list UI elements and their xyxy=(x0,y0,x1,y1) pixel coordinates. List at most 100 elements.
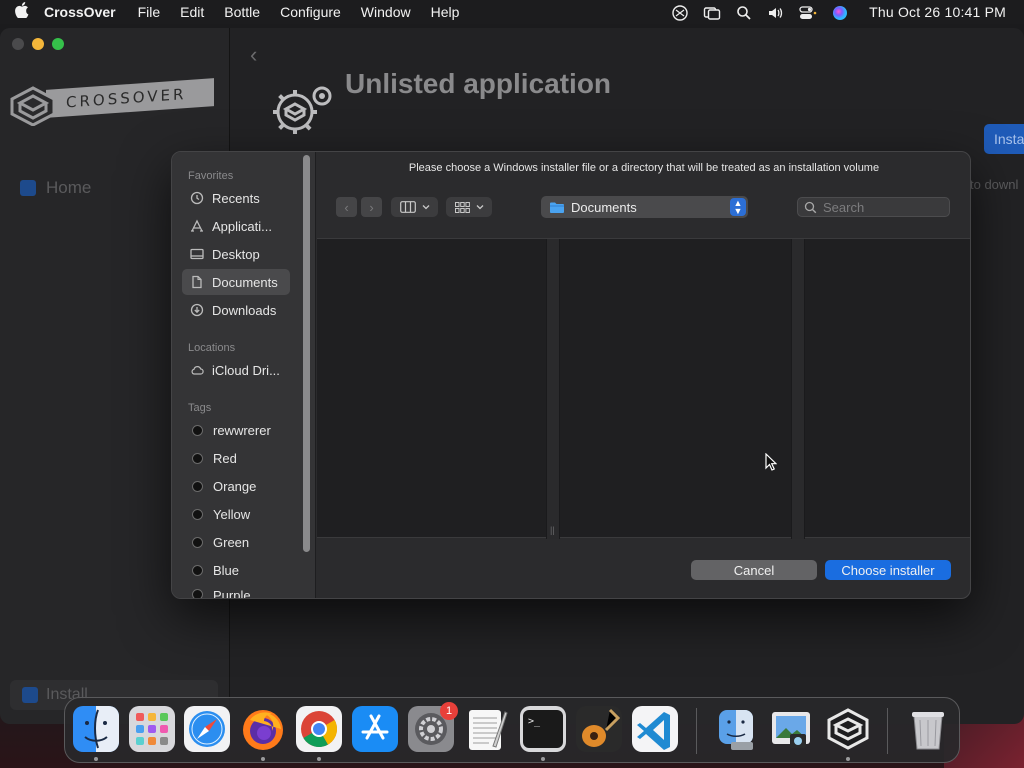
choose-installer-button[interactable]: Choose installer xyxy=(825,560,951,580)
dock-textedit[interactable] xyxy=(463,706,509,752)
sidebar-item-applications[interactable]: Applicati... xyxy=(182,213,290,239)
forward-button[interactable]: › xyxy=(361,197,382,217)
view-mode-button[interactable] xyxy=(391,197,438,217)
search-input[interactable] xyxy=(823,199,943,215)
popup-arrows-icon: ▲ ▼ xyxy=(730,198,746,216)
cancel-button[interactable]: Cancel xyxy=(691,560,817,580)
sidebar-tag-green[interactable]: Green xyxy=(182,529,290,555)
menu-help[interactable]: Help xyxy=(431,4,460,20)
minimize-window-button[interactable] xyxy=(32,38,44,50)
running-indicator xyxy=(541,757,545,761)
control-center-icon[interactable] xyxy=(799,5,817,19)
tag-dot-icon xyxy=(192,508,203,520)
chevron-down-icon xyxy=(422,205,429,210)
running-indicator xyxy=(94,757,98,761)
install-icon xyxy=(22,687,38,703)
logo-wordmark: CROSSOVER xyxy=(46,78,214,118)
firefox-icon xyxy=(243,710,283,750)
sidebar-item-recents[interactable]: Recents xyxy=(182,185,290,211)
sidebar-home-label: Home xyxy=(46,178,92,197)
grid-icon xyxy=(454,201,470,213)
sidebar-item-icloud-drive[interactable]: iCloud Dri... xyxy=(182,357,290,383)
safari-icon xyxy=(184,706,230,752)
finder-icon xyxy=(73,706,119,752)
dock: 1 >_ xyxy=(64,697,960,763)
dock-firefox[interactable] xyxy=(240,706,286,752)
dock-crossover[interactable] xyxy=(825,706,871,752)
install-button[interactable]: Insta xyxy=(984,124,1024,154)
favorites-header: Favorites xyxy=(188,170,234,182)
menu-bottle[interactable]: Bottle xyxy=(224,4,260,20)
running-indicator xyxy=(261,757,265,761)
sidebar-tag-rewwrerer[interactable]: rewwrerer xyxy=(182,417,290,443)
sidebar-tag-purple[interactable]: Purple xyxy=(182,585,290,598)
sidebar-tag-blue[interactable]: Blue xyxy=(182,557,290,583)
chrome-icon xyxy=(296,706,342,752)
gear-crossover-icon xyxy=(273,86,332,134)
menu-file[interactable]: File xyxy=(138,4,161,20)
dock-terminal[interactable]: >_ xyxy=(520,706,566,752)
dock-finder[interactable] xyxy=(73,706,119,752)
app-store-icon xyxy=(352,706,398,752)
menu-configure[interactable]: Configure xyxy=(280,4,341,20)
screen-mirroring-icon[interactable] xyxy=(703,5,721,20)
menu-extras: Thu Oct 26 10:41 PM xyxy=(671,0,1006,24)
dock-launchpad[interactable] xyxy=(129,706,175,752)
zoom-window-button[interactable] xyxy=(52,38,64,50)
menu-edit[interactable]: Edit xyxy=(180,4,204,20)
tag-dot-icon xyxy=(192,424,203,436)
location-popup-label: Documents xyxy=(571,199,637,215)
menu-app-name[interactable]: CrossOver xyxy=(44,4,116,20)
dock-chrome[interactable] xyxy=(296,706,342,752)
folder-icon xyxy=(550,202,564,213)
dock-separator xyxy=(696,708,697,754)
apple-menu-icon[interactable] xyxy=(0,2,44,22)
dock-app-store[interactable] xyxy=(352,706,398,752)
column-resize-grip[interactable]: || xyxy=(550,525,555,535)
column-browser[interactable]: || xyxy=(317,238,970,539)
terminal-icon: >_ xyxy=(520,706,566,752)
home-icon xyxy=(20,180,36,196)
tag-label: Orange xyxy=(213,478,257,494)
textedit-icon xyxy=(469,710,508,750)
dock-system-settings[interactable]: 1 xyxy=(408,702,458,752)
tags-header: Tags xyxy=(188,402,212,414)
crossover-status-icon[interactable] xyxy=(671,5,689,21)
sidebar-tag-yellow[interactable]: Yellow xyxy=(182,501,290,527)
back-chevron-icon[interactable]: ‹ xyxy=(250,42,257,68)
sidebar-tag-red[interactable]: Red xyxy=(182,445,290,471)
column-divider[interactable]: || xyxy=(546,239,560,539)
document-icon xyxy=(190,275,204,289)
dock-garageband[interactable] xyxy=(576,706,622,752)
crossover-cube-icon xyxy=(10,86,56,126)
sidebar-tag-orange[interactable]: Orange xyxy=(182,473,290,499)
sidebar-item-documents[interactable]: Documents xyxy=(182,269,290,295)
siri-icon[interactable] xyxy=(831,5,849,20)
locations-header: Locations xyxy=(188,342,236,354)
menu-clock[interactable]: Thu Oct 26 10:41 PM xyxy=(869,4,1006,20)
tag-dot-icon xyxy=(192,564,203,576)
sidebar-item-downloads[interactable]: Downloads xyxy=(182,297,290,323)
sidebar-item-desktop[interactable]: Desktop xyxy=(182,241,290,267)
sidebar-item-home[interactable]: Home xyxy=(20,178,91,198)
location-popup[interactable]: Documents ▲ ▼ xyxy=(541,196,748,218)
search-icon[interactable] xyxy=(735,5,753,20)
dock-vscode[interactable] xyxy=(632,706,678,752)
back-button[interactable]: ‹ xyxy=(336,197,357,217)
menu-window[interactable]: Window xyxy=(361,4,411,20)
sidebar-item-label: Downloads xyxy=(212,302,277,318)
group-button[interactable] xyxy=(446,197,492,217)
search-field[interactable] xyxy=(797,197,950,217)
volume-icon[interactable] xyxy=(767,5,785,19)
dock-migration-assistant[interactable] xyxy=(713,706,759,752)
dock-trash[interactable] xyxy=(905,706,951,752)
close-window-button[interactable] xyxy=(12,38,24,50)
svg-text:>_: >_ xyxy=(528,716,541,727)
sidebar-scrollbar[interactable] xyxy=(303,155,310,552)
dock-preview[interactable] xyxy=(768,706,814,752)
dock-safari[interactable] xyxy=(184,706,230,752)
running-indicator xyxy=(846,757,850,761)
column-divider[interactable] xyxy=(791,239,805,539)
sidebar-item-label: Applicati... xyxy=(212,218,272,234)
columns-view-icon xyxy=(399,201,416,213)
